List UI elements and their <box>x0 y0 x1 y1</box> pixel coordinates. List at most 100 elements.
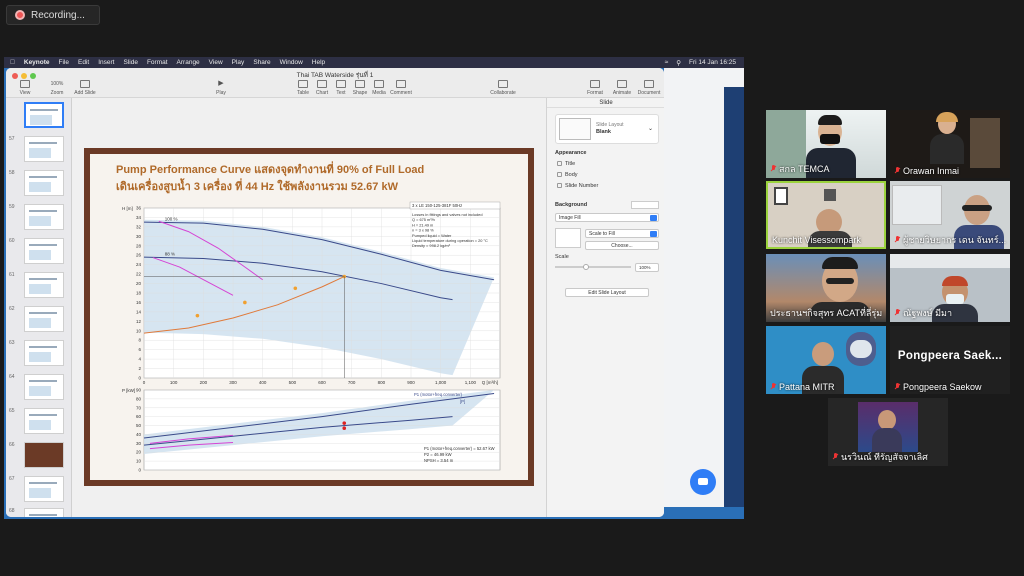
slide-thumbnail[interactable] <box>24 442 64 468</box>
slide-thumbnail[interactable] <box>24 340 64 366</box>
background-swatch[interactable] <box>631 201 659 209</box>
collaborate-label: Collaborate <box>490 90 516 96</box>
head-x-tick-label: 700 <box>348 380 356 385</box>
slide-canvas[interactable]: Pump Performance Curve แสดงจุดทำงานที่ 9… <box>72 98 546 517</box>
current-slide[interactable]: Pump Performance Curve แสดงจุดทำงานที่ 9… <box>84 148 534 486</box>
menu-format[interactable]: Format <box>147 59 168 66</box>
participant-tile-video-off[interactable]: Pongpeera Saek... Pongpeera Saekow <box>890 326 1010 394</box>
slide-thumbnail[interactable] <box>24 238 64 264</box>
head-y-tick-label: 28 <box>136 243 142 248</box>
slide-thumbnail[interactable] <box>24 272 64 298</box>
menu-app[interactable]: Keynote <box>24 59 50 66</box>
background-heading: Background <box>555 202 588 208</box>
scale-mode-select[interactable]: Scale to Fill <box>585 229 659 238</box>
collaborate-icon <box>498 80 508 88</box>
comment-button[interactable]: Comment <box>386 80 416 96</box>
play-label: Play <box>216 90 226 96</box>
image-preview[interactable] <box>555 228 581 248</box>
participant-tile[interactable]: Orawan Inmai <box>890 110 1010 178</box>
slide-thumbnail[interactable] <box>24 204 64 230</box>
edit-slide-layout-label: Edit Slide Layout <box>588 290 626 296</box>
head-y-tick-label: 4 <box>138 357 141 362</box>
slide-thumbnail[interactable] <box>24 306 64 332</box>
head-y-tick-label: 6 <box>138 347 141 352</box>
participant-tile[interactable]: Pattana MITR <box>766 326 886 394</box>
document-button[interactable]: Document <box>634 80 664 96</box>
menu-insert[interactable]: Insert <box>98 59 114 66</box>
participant-tile[interactable]: ณัฐพงษ์ มีมา <box>890 254 1010 322</box>
participant-name-text: ณัฐพงษ์ มีมา <box>903 308 952 318</box>
wifi-icon[interactable]: ≈ <box>665 59 669 67</box>
play-button[interactable]: ▶ Play <box>206 80 236 96</box>
menu-edit[interactable]: Edit <box>78 59 89 66</box>
slide-number: 59 <box>9 204 15 210</box>
scale-slider[interactable] <box>555 264 631 270</box>
apple-icon[interactable]:  <box>10 59 15 66</box>
chat-bubble-icon[interactable] <box>690 469 716 495</box>
view-icon <box>20 80 30 88</box>
menu-file[interactable]: File <box>59 59 69 66</box>
head-y-tick-label: 32 <box>136 224 142 229</box>
power-y-tick-label: 30 <box>136 441 142 446</box>
participant-name-text: Kunchit Visessompark <box>772 235 861 245</box>
slide-number: 65 <box>9 408 15 414</box>
scale-value-field[interactable]: 100% <box>635 263 659 272</box>
menu-window[interactable]: Window <box>280 59 303 66</box>
title-checkbox[interactable]: Title <box>557 161 575 167</box>
menu-play[interactable]: Play <box>232 59 245 66</box>
animate-button[interactable]: Animate <box>607 80 637 96</box>
slide-thumbnail[interactable] <box>24 102 64 128</box>
head-x-tick-label: 100 <box>170 380 178 385</box>
recording-indicator[interactable]: Recording... <box>6 5 100 25</box>
participant-tile-active-speaker[interactable]: Kunchit Visessompark <box>766 181 886 249</box>
participant-name: ณัฐพงษ์ มีมา <box>894 306 952 320</box>
view-button[interactable]: View <box>10 80 40 96</box>
checkbox-icon <box>557 161 562 167</box>
participant-tile[interactable]: ผู้ชายวิษยากร เดน จันทร์... <box>890 181 1010 249</box>
slide-thumbnail[interactable] <box>24 476 64 502</box>
chevron-down-icon: ⌄ <box>647 126 653 132</box>
participant-tile[interactable]: สกล TEMCA <box>766 110 886 178</box>
layout-preview <box>559 118 591 140</box>
head-y-axis-label: H [m] <box>122 206 133 211</box>
keynote-toolbar: Thai TAB Waterside รุ่นที่ 1 View 100% Zo… <box>6 68 664 98</box>
body-checkbox[interactable]: Body <box>557 172 578 178</box>
slide-title-line2: เดินเครื่องสูบน้ำ 3 เครื่อง ที่ 44 Hz ใช… <box>116 181 398 193</box>
collaborate-button[interactable]: Collaborate <box>484 80 522 96</box>
participant-tile[interactable]: นรวินณ์ ทีรัญสัจจาเลิศ <box>828 398 948 466</box>
slide-thumbnail[interactable] <box>24 136 64 162</box>
checkbox-icon <box>557 183 562 189</box>
choose-button[interactable]: Choose... <box>585 241 659 250</box>
head-x-tick-label: 1,100 <box>465 380 477 385</box>
slide-number-checkbox[interactable]: Slide Number <box>557 183 598 189</box>
zoom-button[interactable]: 100% Zoom <box>42 81 72 96</box>
participant-tile[interactable]: ประธานฯกิจสุทร ACATที่ลี่รุ่ม <box>766 254 886 322</box>
select-arrow-icon <box>650 231 657 237</box>
add-slide-button[interactable]: Add Slide <box>70 80 100 96</box>
menu-share[interactable]: Share <box>253 59 270 66</box>
slide-layout-picker[interactable]: Slide Layout Blank ⌄ <box>555 114 659 144</box>
fill-type-select[interactable]: Image Fill <box>555 213 659 222</box>
participant-name: Orawan Inmai <box>894 166 959 176</box>
slider-handle[interactable] <box>583 264 589 270</box>
power-y-tick-label: 40 <box>136 432 142 437</box>
menu-arrange[interactable]: Arrange <box>177 59 200 66</box>
search-icon[interactable]: ⚲ <box>676 59 681 67</box>
menu-help[interactable]: Help <box>312 59 325 66</box>
slide-thumbnail[interactable] <box>24 374 64 400</box>
head-y-tick-label: 14 <box>136 309 142 314</box>
inspector-tab-slide[interactable]: Slide <box>547 98 664 108</box>
menubar-clock[interactable]: Fri 14 Jan 16:25 <box>689 59 736 67</box>
slide-thumbnail[interactable] <box>24 408 64 434</box>
format-button[interactable]: Format <box>580 80 610 96</box>
menu-slide[interactable]: Slide <box>123 59 137 66</box>
slide-thumbnail[interactable] <box>24 170 64 196</box>
power-y-tick-label: 70 <box>136 405 142 410</box>
edit-slide-layout-button[interactable]: Edit Slide Layout <box>565 288 649 297</box>
slide-thumbnail[interactable] <box>24 508 64 517</box>
mic-muted-icon <box>832 453 839 461</box>
mic-muted-icon <box>894 167 901 175</box>
menu-view[interactable]: View <box>209 59 223 66</box>
slide-navigator: 57 58 59 60 61 62 63 64 65 66 67 68 <box>6 98 72 517</box>
mic-muted-icon <box>770 165 777 173</box>
